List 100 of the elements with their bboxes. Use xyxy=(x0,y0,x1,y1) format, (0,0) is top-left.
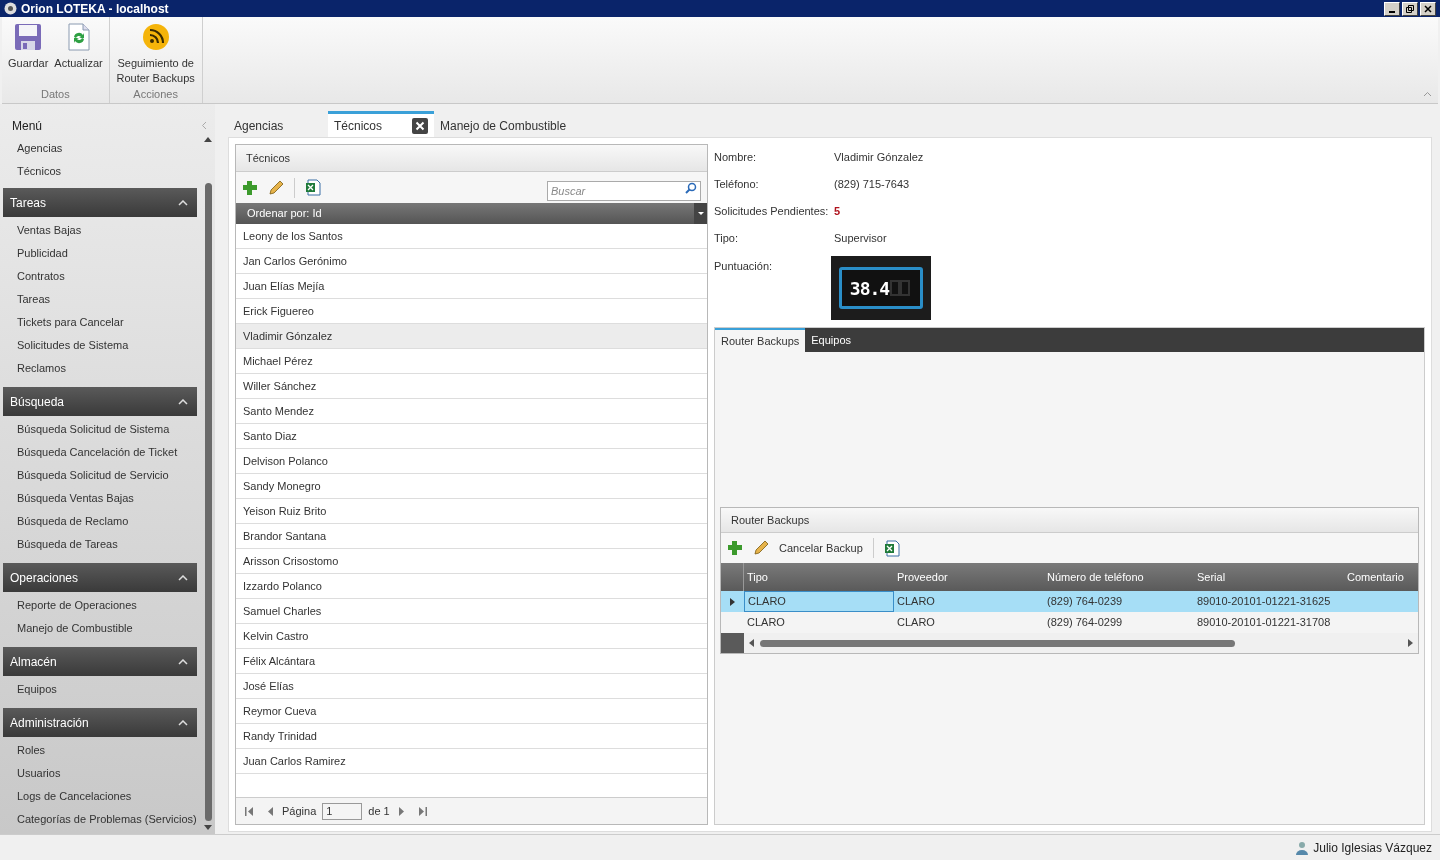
spreadsheet-export-icon[interactable] xyxy=(883,539,900,557)
tab[interactable]: Manejo de Combustible xyxy=(434,111,573,137)
panel-header: Técnicos xyxy=(236,145,707,172)
sidebar-item[interactable]: Manejo de Combustible xyxy=(3,617,197,640)
field-value: Vladimir Gónzalez xyxy=(834,150,924,166)
page-label: Página xyxy=(282,803,317,819)
row-header-corner xyxy=(721,633,744,653)
field-value: (829) 715-7643 xyxy=(834,177,910,193)
ribbon-group-label: Datos xyxy=(39,86,71,102)
rss-feed-icon xyxy=(141,23,170,51)
field-label: Teléfono: xyxy=(714,177,760,193)
field-value: 5 xyxy=(834,204,841,220)
ribbon-button[interactable]: Seguimiento de Router Backups xyxy=(113,23,198,86)
sidebar-item[interactable]: Logs de Cancelaciones xyxy=(3,785,197,808)
sidebar-item[interactable]: Búsqueda Solicitud de Sistema xyxy=(3,418,197,441)
sidebar-item[interactable]: Búsqueda de Reclamo xyxy=(3,510,197,533)
pencil-icon[interactable] xyxy=(753,540,769,556)
tab[interactable]: Agencias xyxy=(228,111,328,137)
sidebar-item[interactable]: Equipos xyxy=(3,678,197,701)
column-header[interactable]: Número de teléfono xyxy=(1044,563,1194,591)
table-cell-text: 89010-20101-01221-31625 xyxy=(1196,594,1332,610)
tab[interactable]: Equipos xyxy=(805,328,858,352)
user-icon xyxy=(1295,840,1310,855)
sidebar-item[interactable]: Categorías de Problemas (Servicios) xyxy=(3,808,197,831)
sidebar-item[interactable]: Usuarios xyxy=(3,762,197,785)
field-label: Solicitudes Pendientes: xyxy=(714,204,830,220)
add-icon[interactable] xyxy=(727,540,743,556)
sidebar-item[interactable]: Reporte de Operaciones xyxy=(3,594,197,617)
scroll-left-icon[interactable] xyxy=(749,639,754,647)
tab[interactable]: Router Backups xyxy=(715,328,806,352)
list-item[interactable]: Vladimir Gónzalez xyxy=(236,324,707,349)
sort-dropdown[interactable]: Ordenar por: Id xyxy=(236,203,707,224)
chevron-up-icon[interactable] xyxy=(178,398,188,405)
sidebar-item[interactable]: Tickets para Cancelar xyxy=(3,311,197,334)
chevron-up-icon[interactable] xyxy=(178,658,188,665)
app-icon xyxy=(4,2,17,15)
dropdown-arrow-icon xyxy=(697,212,704,215)
menu-title: Menú xyxy=(12,117,43,135)
sidebar-item[interactable]: Búsqueda Solicitud de Servicio xyxy=(3,464,197,487)
sidebar-item[interactable]: Búsqueda Ventas Bajas xyxy=(3,487,197,510)
table-cell-text: CLARO xyxy=(746,615,786,631)
page-field[interactable]: 1 xyxy=(322,802,363,820)
sidebar-item[interactable]: Ventas Bajas xyxy=(3,219,197,242)
field-label: Tipo: xyxy=(714,231,740,247)
chevron-up-icon[interactable] xyxy=(178,719,188,726)
sidebar-item[interactable]: Agencias xyxy=(3,137,197,160)
refresh-document-icon xyxy=(66,23,91,51)
scroll-down-icon[interactable] xyxy=(204,825,212,830)
restore-button[interactable] xyxy=(1402,1,1418,16)
minimize-icon xyxy=(1389,10,1395,13)
sidebar-item[interactable]: Búsqueda de Tareas xyxy=(3,533,197,556)
ribbon-button[interactable]: Actualizar xyxy=(52,23,105,86)
cancel-backup-button[interactable]: Cancelar Backup xyxy=(779,539,863,557)
search-icon[interactable] xyxy=(685,181,697,194)
column-header[interactable]: Proveedor xyxy=(894,563,1044,591)
sidebar-item[interactable]: Búsqueda Cancelación de Ticket xyxy=(3,441,197,464)
sidebar-section-header[interactable]: Tareas xyxy=(3,188,197,217)
table-row[interactable]: CLARO CLARO (829) 764-0299 89010-20101-01221-31708 xyxy=(721,612,1418,633)
scroll-right-icon[interactable] xyxy=(1408,639,1413,647)
column-header[interactable]: Comentario xyxy=(1344,563,1418,591)
table-cell-text: 89010-20101-01221-31708 xyxy=(1196,615,1332,631)
sidebar-section-header[interactable]: Búsqueda xyxy=(3,387,197,416)
table-cell-text: (829) 764-0299 xyxy=(1046,615,1124,631)
spreadsheet-export-icon[interactable] xyxy=(305,179,321,196)
sidebar-item[interactable]: Solicitudes de Sistema xyxy=(3,334,197,357)
first-page-icon[interactable] xyxy=(244,806,254,816)
sidebar-item[interactable]: Roles xyxy=(3,739,197,762)
table-row[interactable]: CLARO CLARO (829) 764-0239 89010-20101-01221-31625 xyxy=(721,591,1418,612)
sidebar-item[interactable]: Técnicos xyxy=(3,160,197,183)
close-button[interactable] xyxy=(1420,1,1436,16)
sidebar-item[interactable]: Tareas xyxy=(3,288,197,311)
chevron-up-icon[interactable] xyxy=(178,199,188,206)
ribbon-button[interactable]: Guardar xyxy=(6,23,51,86)
add-icon[interactable] xyxy=(242,179,258,196)
tab[interactable]: Técnicos xyxy=(328,111,434,137)
chevron-up-icon[interactable] xyxy=(178,574,188,581)
column-header[interactable]: Serial xyxy=(1194,563,1344,591)
sidebar-item[interactable]: Publicidad xyxy=(3,242,197,265)
close-tab-icon[interactable] xyxy=(412,117,428,134)
pencil-icon[interactable] xyxy=(268,179,284,196)
sidebar-section-header[interactable]: Administración xyxy=(3,708,197,737)
page-total: de 1 xyxy=(368,803,390,819)
last-page-icon[interactable] xyxy=(417,806,428,816)
panel-header: Router Backups xyxy=(721,508,1418,533)
unlit-digits-icon xyxy=(890,280,913,296)
sidebar-item[interactable]: Contratos xyxy=(3,265,197,288)
table-cell-text: (829) 764-0239 xyxy=(1046,594,1124,610)
sidebar-item[interactable]: Reclamos xyxy=(3,357,197,380)
sidebar-section-header[interactable]: Operaciones xyxy=(3,563,197,592)
scroll-up-icon[interactable] xyxy=(204,137,212,142)
column-header[interactable]: Tipo xyxy=(744,563,894,591)
field-label: Puntuación: xyxy=(714,259,774,274)
minimize-button[interactable] xyxy=(1384,1,1400,16)
restore-icon xyxy=(1406,4,1414,13)
table-cell-text: CLARO xyxy=(896,615,936,631)
current-row-icon xyxy=(730,597,735,606)
window-title: Orion LOTEKA - localhost xyxy=(21,2,169,15)
search-field[interactable]: Buscar xyxy=(547,180,701,201)
user-name: Julio Iglesias Vázquez xyxy=(1313,839,1432,857)
sidebar-section-header[interactable]: Almacén xyxy=(3,647,197,676)
